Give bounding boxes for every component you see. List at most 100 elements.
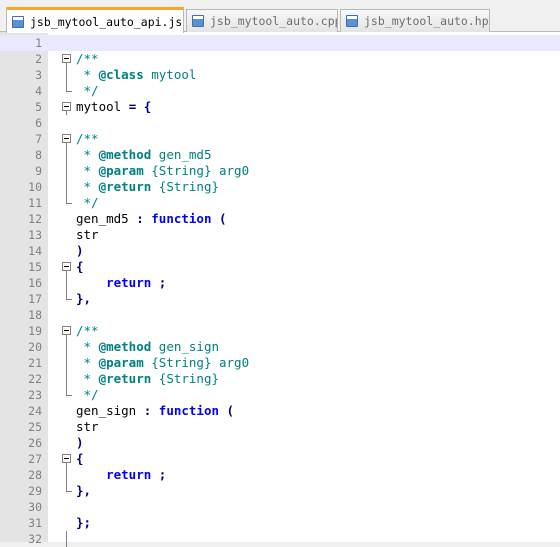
fold-toggle-icon[interactable]: [62, 131, 74, 147]
line-number: 9: [35, 164, 42, 178]
fold-toggle-icon[interactable]: [62, 259, 74, 275]
code-text: },: [76, 483, 91, 499]
line-number: 1: [35, 36, 42, 50]
code-line[interactable]: 4 */: [0, 83, 560, 99]
code-token: /**: [76, 51, 99, 66]
line-number: 32: [28, 532, 42, 546]
code-token: {: [143, 99, 152, 114]
code-token: */: [76, 83, 99, 98]
code-line[interactable]: 2 /**: [0, 51, 560, 67]
code-text: gen_sign : function (: [76, 403, 234, 419]
code-token: @method: [98, 339, 152, 354]
code-line[interactable]: 1: [0, 35, 560, 51]
code-token: @method: [98, 147, 152, 162]
line-number: 21: [28, 356, 42, 370]
line-number: 20: [28, 340, 42, 354]
code-text: * @return {String}: [76, 371, 219, 387]
code-line[interactable]: 25 str: [0, 419, 560, 435]
fold-toggle-icon[interactable]: [62, 99, 74, 115]
code-line[interactable]: 31};: [0, 515, 560, 531]
code-line[interactable]: 7 /**: [0, 131, 560, 147]
code-token: @param: [98, 355, 144, 370]
code-text: return ;: [76, 467, 166, 483]
fold-line-icon: [62, 291, 74, 307]
fold-line-icon: [62, 83, 74, 99]
line-number: 31: [28, 516, 42, 530]
code-editor[interactable]: 1 2/** 3 * @class mytool 4 */5 mytool = {6 7/…: [0, 32, 560, 547]
code-line[interactable]: 3 * @class mytool: [0, 67, 560, 83]
line-number: 3: [35, 68, 42, 82]
fold-toggle-icon[interactable]: [62, 451, 74, 467]
code-token: ;: [158, 467, 167, 482]
code-token: *: [76, 355, 99, 370]
code-line[interactable]: 8 * @method gen_md5: [0, 147, 560, 163]
code-line[interactable]: 22 * @return {String}: [0, 371, 560, 387]
code-text: },: [76, 291, 91, 307]
code-line[interactable]: 28 return ;: [0, 467, 560, 483]
fold-line-icon: [62, 467, 74, 483]
fold-toggle-icon[interactable]: [62, 323, 74, 339]
code-line[interactable]: 29},: [0, 483, 560, 499]
code-line[interactable]: 20 * @method gen_sign: [0, 339, 560, 355]
code-line[interactable]: 23 */: [0, 387, 560, 403]
code-line[interactable]: 6: [0, 115, 560, 131]
code-text: {: [76, 451, 84, 467]
line-number: 13: [28, 228, 42, 242]
code-line[interactable]: 5 mytool = {: [0, 99, 560, 115]
code-token: ): [76, 435, 84, 450]
code-line[interactable]: 13 str: [0, 227, 560, 243]
code-line[interactable]: 26): [0, 435, 560, 451]
code-text: */: [76, 83, 99, 99]
code-text: * @return {String}: [76, 179, 219, 195]
line-number: 11: [28, 196, 42, 210]
code-line[interactable]: 15 {: [0, 259, 560, 275]
code-text: * @class mytool: [76, 67, 197, 83]
code-text: gen_md5 : function (: [76, 211, 227, 227]
line-number: 4: [35, 84, 42, 98]
code-text: * @method gen_md5: [76, 147, 212, 163]
line-number: 6: [35, 116, 42, 130]
code-token: function: [158, 403, 220, 418]
code-token: function: [151, 211, 212, 226]
code-line[interactable]: 10 * @return {String}: [0, 179, 560, 195]
code-token: gen_md5: [76, 211, 137, 226]
tab-2[interactable]: jsb_mytool_auto.cpp: [186, 9, 338, 32]
code-line[interactable]: 12 gen_md5 : function (: [0, 211, 560, 227]
code-token: @return: [98, 371, 152, 386]
code-text: {: [76, 259, 84, 275]
line-number: 26: [28, 436, 42, 450]
code-text: * @param {String} arg0: [76, 355, 250, 371]
line-number: 10: [28, 180, 42, 194]
code-line[interactable]: 32: [0, 531, 560, 547]
code-token: *: [76, 179, 99, 194]
code-line[interactable]: 9 * @param {String} arg0: [0, 163, 560, 179]
line-number: 28: [28, 468, 42, 482]
code-line[interactable]: 27 {: [0, 451, 560, 467]
fold-toggle-icon[interactable]: [62, 51, 74, 67]
code-line[interactable]: 11 */: [0, 195, 560, 211]
code-token: mytool: [143, 67, 197, 82]
line-number: 12: [28, 212, 42, 226]
code-text: /**: [76, 323, 99, 339]
code-text: ): [76, 435, 84, 451]
line-number: 24: [28, 404, 42, 418]
tab-1[interactable]: jsb_mytool_auto_api.js×: [6, 7, 184, 33]
code-line[interactable]: 16 return ;: [0, 275, 560, 291]
code-line[interactable]: 17},: [0, 291, 560, 307]
line-number: 17: [28, 292, 42, 306]
code-line[interactable]: 30: [0, 499, 560, 515]
code-token: *: [76, 163, 99, 178]
line-number: 8: [35, 148, 42, 162]
code-line[interactable]: 19 /**: [0, 323, 560, 339]
code-line[interactable]: 18: [0, 307, 560, 323]
code-line[interactable]: 14): [0, 243, 560, 259]
tab-3[interactable]: jsb_mytool_auto.hpp: [340, 9, 490, 32]
code-line[interactable]: 24 gen_sign : function (: [0, 403, 560, 419]
code-line[interactable]: 21 * @param {String} arg0: [0, 355, 560, 371]
code-token: {String}: [151, 179, 219, 194]
code-token: return: [106, 467, 152, 482]
